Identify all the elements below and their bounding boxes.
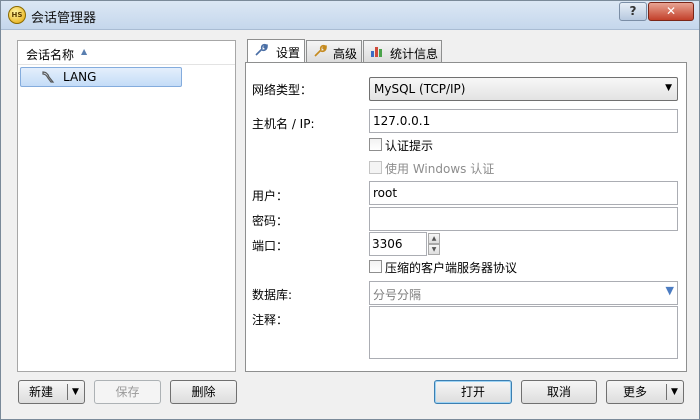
port-value: 3306 xyxy=(372,237,403,251)
column-header-label: 会话名称 xyxy=(26,48,75,62)
database-label: 数据库: xyxy=(252,288,293,302)
new-button-label: 新建 xyxy=(29,385,54,399)
delete-button-label: 删除 xyxy=(191,385,216,399)
help-button[interactable]: ? xyxy=(619,2,647,21)
cancel-button-label: 取消 xyxy=(546,385,571,399)
windows-auth-checkbox[interactable] xyxy=(369,161,382,174)
hostname-input[interactable]: 127.0.0.1 xyxy=(369,109,678,133)
cancel-button[interactable]: 取消 xyxy=(521,380,597,404)
app-logo-icon: HS xyxy=(8,6,26,24)
port-input[interactable]: 3306 xyxy=(369,232,427,256)
mysql-dolphin-icon xyxy=(41,70,55,87)
hostname-value: 127.0.0.1 xyxy=(373,114,431,128)
compressed-protocol-checkbox[interactable] xyxy=(369,260,382,273)
tab-advanced-label: 高级 xyxy=(333,47,358,61)
wrench-icon xyxy=(254,43,268,60)
session-manager-window: HS 会话管理器 ? ✕ 会话名称 ▲ LANG 设置 高级 统计信息 网络类型… xyxy=(0,0,700,420)
tab-advanced[interactable]: 高级 xyxy=(306,40,362,62)
close-button[interactable]: ✕ xyxy=(648,2,694,21)
save-button-label: 保存 xyxy=(115,385,140,399)
tab-statistics-label: 统计信息 xyxy=(390,47,439,61)
database-input[interactable]: 分号分隔 ▼ xyxy=(369,281,678,305)
tab-statistics[interactable]: 统计信息 xyxy=(363,40,442,62)
hostname-label: 主机名 / IP: xyxy=(252,117,315,131)
more-button-label: 更多 xyxy=(623,385,648,399)
dropdown-arrow-icon: ▼ xyxy=(665,83,672,93)
network-type-label: 网络类型： xyxy=(252,83,313,97)
dropdown-arrow-icon[interactable]: ▼ xyxy=(666,284,674,297)
new-button[interactable]: 新建 ▼ xyxy=(18,380,85,404)
port-label: 端口： xyxy=(252,239,289,253)
session-list[interactable]: 会话名称 ▲ LANG xyxy=(17,40,236,372)
port-decrement-button[interactable]: ▼ xyxy=(428,244,440,255)
auth-prompt-label: 认证提示 xyxy=(385,139,434,153)
database-placeholder: 分号分隔 xyxy=(373,288,422,302)
window-title: 会话管理器 xyxy=(31,11,97,26)
user-label: 用户： xyxy=(252,189,289,203)
dropdown-arrow-icon[interactable]: ▼ xyxy=(671,381,678,403)
notes-textarea[interactable] xyxy=(369,306,678,359)
dropdown-arrow-icon[interactable]: ▼ xyxy=(72,381,79,403)
sort-ascending-icon: ▲ xyxy=(81,47,88,56)
title-bar[interactable]: HS 会话管理器 ? ✕ xyxy=(1,1,699,30)
session-name-column-header[interactable]: 会话名称 ▲ xyxy=(18,41,235,65)
user-value: root xyxy=(373,186,398,200)
notes-label: 注释： xyxy=(252,313,289,327)
network-type-value: MySQL (TCP/IP) xyxy=(374,82,466,96)
more-button[interactable]: 更多 ▼ xyxy=(606,380,684,404)
bar-chart-icon xyxy=(370,44,384,61)
compressed-protocol-label: 压缩的客户端服务器协议 xyxy=(385,261,518,275)
port-increment-button[interactable]: ▲ xyxy=(428,233,440,244)
delete-button[interactable]: 删除 xyxy=(170,380,237,404)
open-button-label: 打开 xyxy=(460,385,485,399)
split-divider xyxy=(67,384,68,400)
user-input[interactable]: root xyxy=(369,181,678,205)
windows-auth-label: 使用 Windows 认证 xyxy=(385,162,495,176)
wrench-icon xyxy=(313,44,327,61)
tab-settings[interactable]: 设置 xyxy=(247,39,305,63)
password-input[interactable] xyxy=(369,207,678,231)
session-item-label: LANG xyxy=(63,70,97,84)
split-divider xyxy=(666,384,667,400)
password-label: 密码： xyxy=(252,214,289,228)
session-item[interactable]: LANG xyxy=(20,67,182,87)
auth-prompt-checkbox[interactable] xyxy=(369,138,382,151)
save-button[interactable]: 保存 xyxy=(94,380,161,404)
network-type-select[interactable]: MySQL (TCP/IP) ▼ xyxy=(369,77,678,101)
open-button[interactable]: 打开 xyxy=(434,380,512,404)
tab-settings-label: 设置 xyxy=(276,46,301,60)
